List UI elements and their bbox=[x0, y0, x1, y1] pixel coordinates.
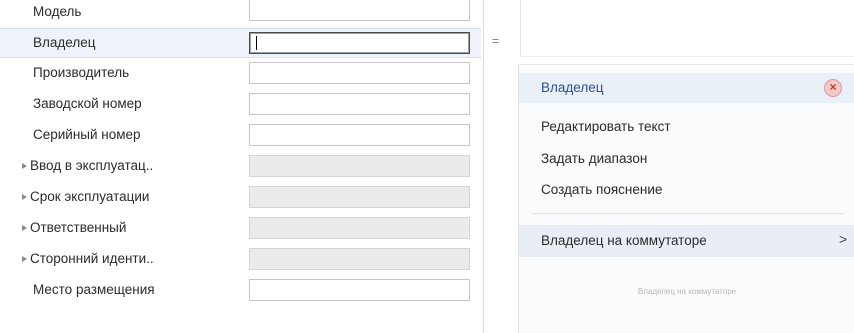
menu-item-create-note[interactable]: Создать пояснение bbox=[541, 182, 662, 197]
label-owner: Владелец bbox=[33, 35, 96, 50]
triangle-right-icon[interactable] bbox=[22, 163, 27, 169]
label-commissioning-text: Ввод в эксплуатац.. bbox=[30, 158, 154, 173]
manufacturer-field[interactable] bbox=[249, 62, 470, 84]
owner-field[interactable] bbox=[249, 32, 470, 54]
service-life-field bbox=[249, 186, 470, 208]
label-external-id-text: Сторонний иденти.. bbox=[30, 251, 154, 266]
submenu-label: Владелец на коммутаторе bbox=[541, 233, 707, 248]
row-model: Модель bbox=[0, 0, 481, 30]
row-factory-number: Заводской номер bbox=[0, 90, 481, 120]
row-responsible[interactable]: Ответственный bbox=[0, 214, 481, 244]
menu-item-edit-text[interactable]: Редактировать текст bbox=[541, 119, 671, 134]
menu-item-owner-on-switch[interactable]: Владелец на коммутаторе > bbox=[519, 225, 854, 257]
row-service-life[interactable]: Срок эксплуатации bbox=[0, 183, 481, 213]
label-commissioning: Ввод в эксплуатац.. bbox=[22, 158, 153, 173]
menu-footer-hint: Владелец на коммутаторе bbox=[637, 287, 737, 296]
location-field[interactable] bbox=[249, 279, 470, 301]
row-commissioning[interactable]: Ввод в эксплуатац.. bbox=[0, 152, 481, 182]
label-service-life-text: Срок эксплуатации bbox=[30, 189, 150, 204]
context-menu-header: Владелец × bbox=[519, 73, 854, 103]
row-manufacturer: Производитель bbox=[0, 59, 481, 89]
external-id-field bbox=[249, 248, 470, 270]
panel-divider bbox=[483, 0, 484, 333]
close-icon[interactable]: × bbox=[824, 79, 842, 97]
label-external-id: Сторонний иденти.. bbox=[22, 251, 154, 266]
label-location: Место размещения bbox=[33, 282, 155, 297]
triangle-right-icon[interactable] bbox=[22, 225, 27, 231]
responsible-field bbox=[249, 217, 470, 239]
label-service-life: Срок эксплуатации bbox=[22, 189, 149, 204]
triangle-right-icon[interactable] bbox=[22, 256, 27, 262]
model-field[interactable] bbox=[249, 0, 470, 21]
menu-separator bbox=[531, 213, 845, 214]
context-menu-title: Владелец bbox=[541, 80, 604, 95]
row-serial-number: Серийный номер bbox=[0, 121, 481, 151]
label-factory-number: Заводской номер bbox=[33, 96, 142, 111]
chevron-right-icon: > bbox=[839, 231, 848, 247]
label-serial-number: Серийный номер bbox=[33, 127, 141, 142]
context-menu: Владелец × Редактировать текст Задать ди… bbox=[518, 64, 854, 333]
row-location: Место размещения bbox=[0, 276, 481, 306]
triangle-right-icon[interactable] bbox=[22, 194, 27, 200]
label-model: Модель bbox=[33, 4, 82, 19]
commissioning-field bbox=[249, 155, 470, 177]
label-responsible: Ответственный bbox=[22, 220, 126, 235]
condition-area[interactable] bbox=[520, 0, 854, 57]
label-manufacturer: Производитель bbox=[33, 65, 130, 80]
menu-item-set-range[interactable]: Задать диапазон bbox=[541, 151, 647, 166]
properties-form: Модель Владелец Производитель Заводской … bbox=[0, 0, 481, 333]
row-owner[interactable]: Владелец bbox=[0, 28, 481, 58]
text-caret bbox=[256, 36, 257, 50]
equals-operator[interactable]: = bbox=[492, 34, 499, 48]
serial-number-field[interactable] bbox=[249, 124, 470, 146]
factory-number-field[interactable] bbox=[249, 93, 470, 115]
row-external-id[interactable]: Сторонний иденти.. bbox=[0, 245, 481, 275]
label-responsible-text: Ответственный bbox=[30, 220, 127, 235]
